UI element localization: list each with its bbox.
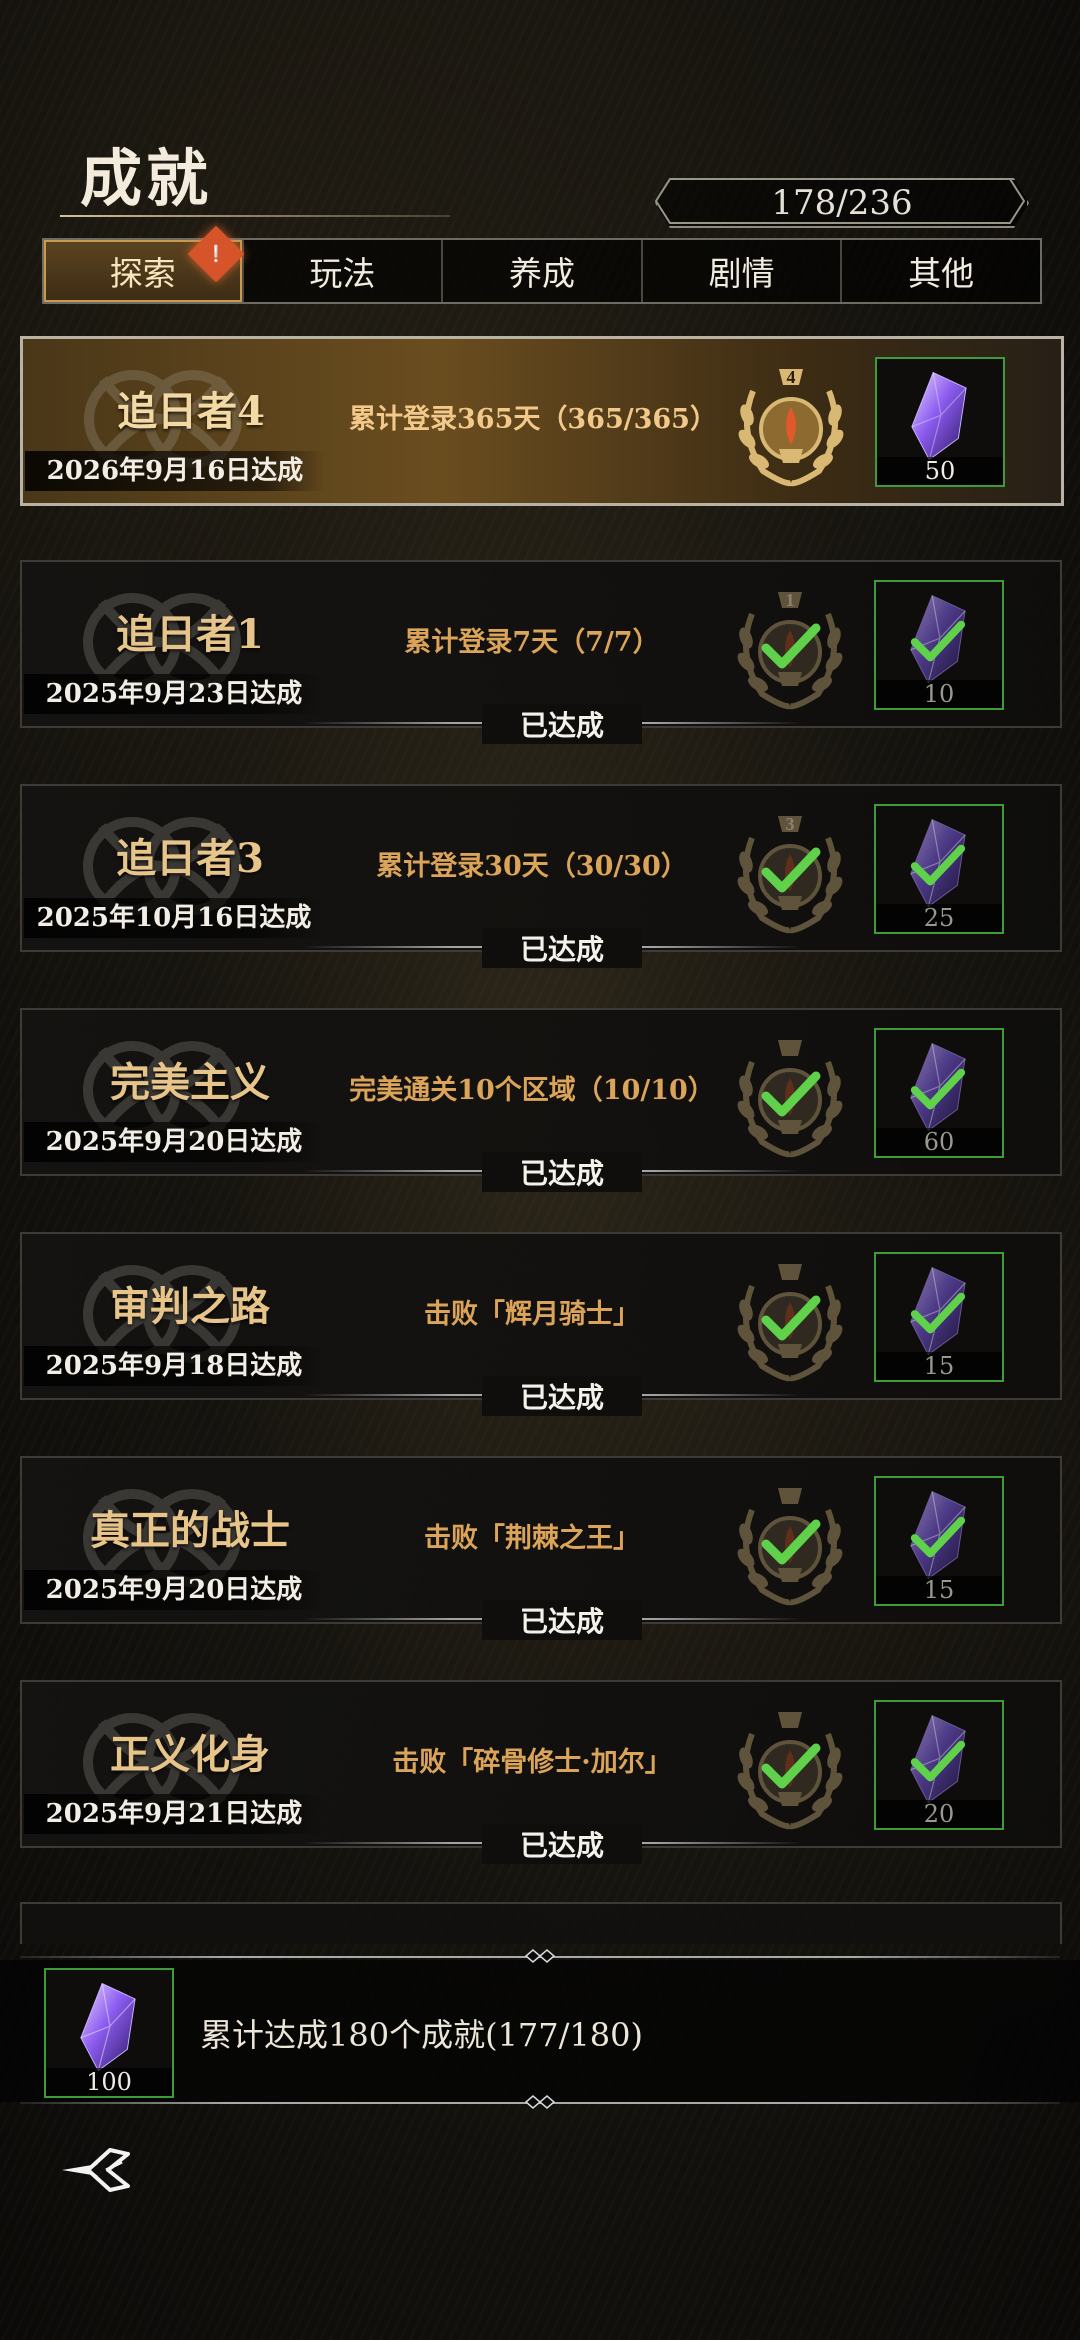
achievement-date: 2025年9月23日达成	[24, 674, 324, 714]
achievement-name: 追日者3	[116, 835, 264, 882]
achievement-name: 正义化身	[110, 1731, 270, 1778]
achievement-description: 累计登录365天（365/365）	[349, 404, 717, 435]
completed-label: 已达成	[482, 1152, 642, 1192]
achievement-date: 2025年10月16日达成	[24, 898, 324, 938]
tab-growth[interactable]: 养成	[443, 240, 643, 302]
summary-text: 累计达成180个成就(177/180)	[200, 2016, 643, 2054]
laurel-medal-icon	[737, 1488, 843, 1606]
achievement-date: 2025年9月18日达成	[24, 1346, 324, 1386]
achievement-description: 累计登录7天（7/7）	[404, 627, 660, 658]
list-item[interactable]: 追日者4 2026年9月16日达成 累计登录365天（365/365） 4 50	[20, 336, 1064, 506]
list-item[interactable]: 完美主义 2025年9月20日达成 完美通关10个区域（10/10） 60 已达…	[20, 1008, 1062, 1192]
tab-label: 探索	[109, 254, 176, 293]
ornament-icon	[524, 2095, 556, 2109]
list-item[interactable]: 追日者1 2025年9月23日达成 累计登录7天（7/7） 1 10 已达成	[20, 560, 1062, 744]
completed-label: 已达成	[482, 1376, 642, 1416]
title-underline	[60, 215, 450, 217]
new-badge-icon: ❕	[187, 225, 245, 283]
category-tabs: 探索 ❕ 玩法 养成 剧情 其他	[42, 225, 1042, 304]
tab-story[interactable]: 剧情	[643, 240, 843, 302]
completed-label: 已达成	[482, 1824, 642, 1864]
completed-label: 已达成	[482, 928, 642, 968]
reward-slot[interactable]: 15	[874, 1252, 1004, 1382]
achievement-name: 真正的战士	[90, 1507, 290, 1554]
reward-count: 20	[876, 1800, 1002, 1828]
tab-gameplay[interactable]: 玩法	[244, 240, 444, 302]
achievement-date: 2026年9月16日达成	[25, 451, 325, 491]
summary-reward[interactable]: 100	[44, 1968, 174, 2098]
medal-number: 1	[786, 590, 795, 610]
tab-label: 玩法	[309, 254, 376, 293]
list-item[interactable]: 真正的战士 2025年9月20日达成 击败「荆棘之王」 15 已达成	[20, 1456, 1062, 1640]
achievement-date: 2025年9月20日达成	[24, 1122, 324, 1162]
reward-slot[interactable]: 60	[874, 1028, 1004, 1158]
completed-label: 已达成	[482, 1600, 642, 1640]
laurel-medal-icon	[737, 1040, 843, 1158]
achievement-description: 击败「荆棘之王」	[424, 1523, 640, 1554]
tab-label: 养成	[508, 254, 575, 293]
reward-slot[interactable]: 25	[874, 804, 1004, 934]
reward-count: 100	[46, 2068, 172, 2096]
page-title: 成就	[80, 142, 213, 215]
laurel-medal-icon	[737, 1712, 843, 1830]
back-arrow-icon[interactable]	[58, 2140, 138, 2200]
reward-slot[interactable]: 15	[874, 1476, 1004, 1606]
achievement-name: 追日者1	[116, 611, 264, 658]
list-item[interactable]: 审判之路 2025年9月18日达成 击败「辉月骑士」 15 已达成	[20, 1232, 1062, 1416]
laurel-medal-icon: 1	[737, 590, 843, 710]
achievement-description: 击败「辉月骑士」	[424, 1299, 640, 1330]
reward-count: 15	[876, 1576, 1002, 1604]
reward-count: 25	[876, 904, 1002, 932]
reward-count: 15	[876, 1352, 1002, 1380]
reward-count: 10	[876, 680, 1002, 708]
laurel-medal-icon: 4	[738, 367, 844, 487]
reward-count: 60	[876, 1128, 1002, 1156]
medal-number: 4	[787, 367, 796, 387]
achievement-description: 击败「碎骨修士·加尔」	[392, 1747, 672, 1778]
reward-slot[interactable]: 20	[874, 1700, 1004, 1830]
tab-label: 剧情	[708, 254, 775, 293]
reward-slot[interactable]: 50	[875, 357, 1005, 487]
tab-label: 其他	[908, 254, 975, 293]
achievement-name: 完美主义	[110, 1059, 270, 1106]
tab-other[interactable]: 其他	[842, 240, 1040, 302]
laurel-medal-icon: 3	[737, 814, 843, 934]
list-item[interactable]: 正义化身 2025年9月21日达成 击败「碎骨修士·加尔」 20 已达成	[20, 1680, 1062, 1864]
reward-count: 50	[877, 457, 1003, 485]
laurel-medal-icon	[737, 1264, 843, 1382]
medal-number: 3	[786, 814, 795, 834]
list-item-partial	[20, 1902, 1062, 1944]
reward-slot[interactable]: 10	[874, 580, 1004, 710]
achievement-date: 2025年9月21日达成	[24, 1794, 324, 1834]
achievement-name: 追日者4	[117, 388, 265, 435]
completed-label: 已达成	[482, 704, 642, 744]
ornament-icon	[524, 1949, 556, 1963]
achievement-date: 2025年9月20日达成	[24, 1570, 324, 1610]
tab-explore[interactable]: 探索 ❕	[44, 225, 245, 302]
achievement-description: 完美通关10个区域（10/10）	[349, 1075, 715, 1106]
achievement-name: 审判之路	[110, 1283, 270, 1330]
progress-frame	[655, 178, 1025, 224]
list-item[interactable]: 追日者3 2025年10月16日达成 累计登录30天（30/30） 3 25 已…	[20, 784, 1062, 968]
achievement-description: 累计登录30天（30/30）	[376, 851, 688, 882]
